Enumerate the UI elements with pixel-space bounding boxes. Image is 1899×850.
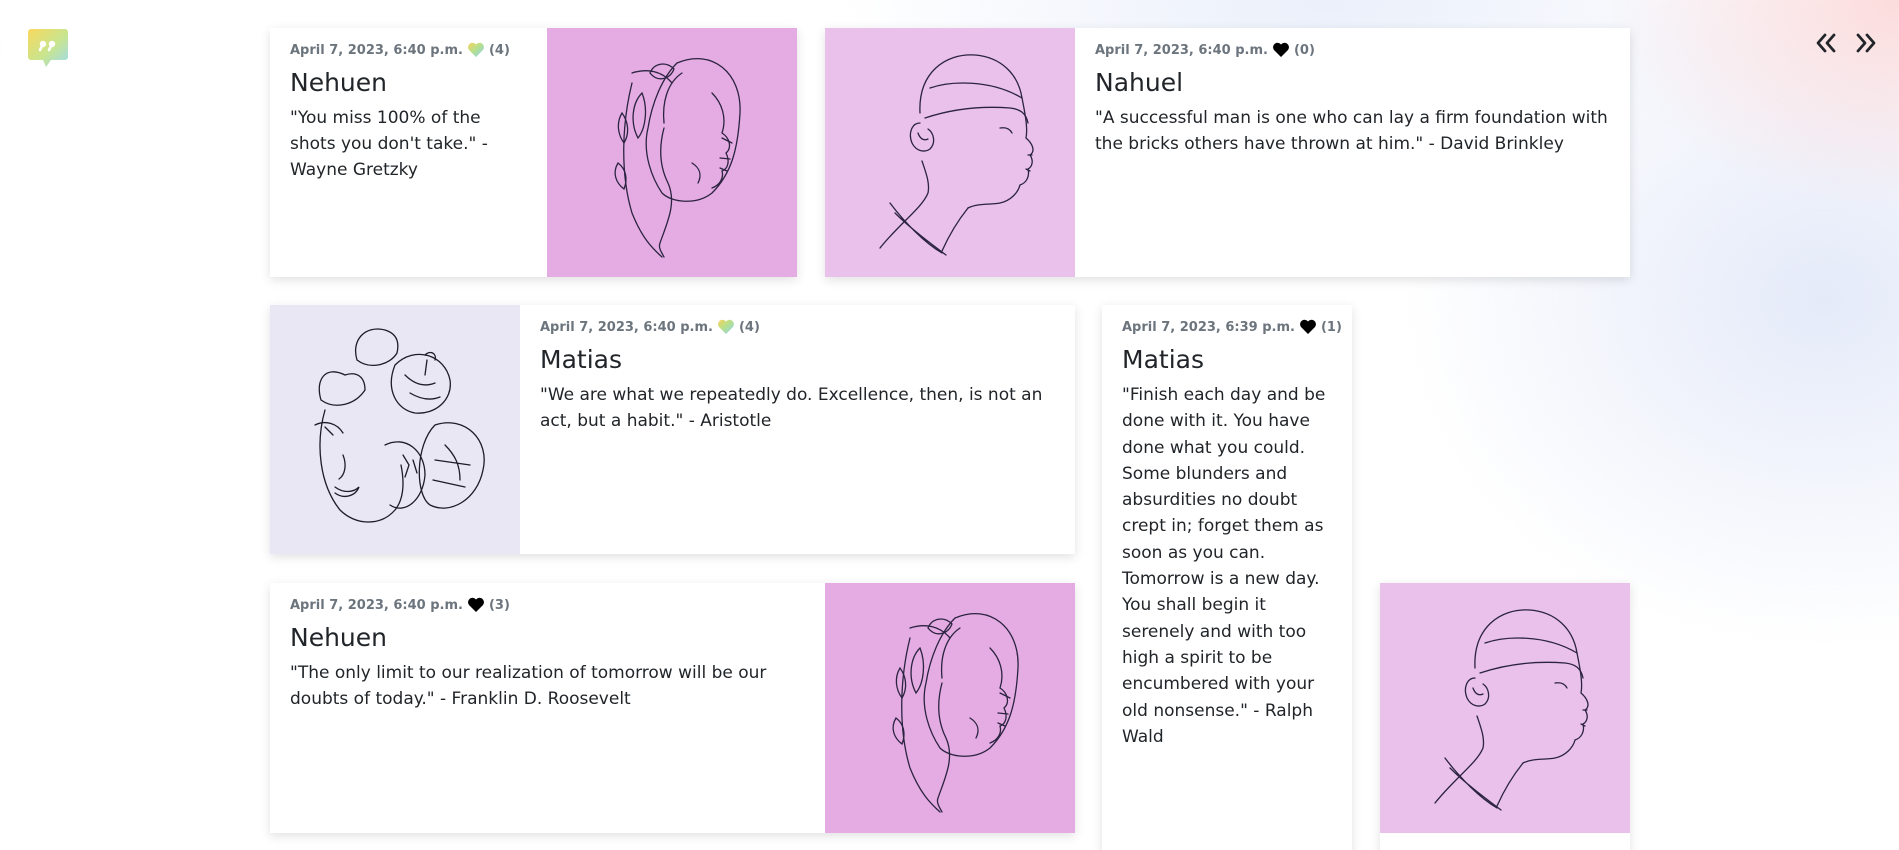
black-heart-icon[interactable] (1272, 42, 1290, 58)
quote-author: Matias (1122, 345, 1204, 374)
black-heart-icon[interactable] (1299, 319, 1317, 335)
quote-card: April 7, 2023, 6:40 p.m. (4) Nehuen "You… (270, 28, 797, 277)
quote-card: April 7, 2023, 6:39 p.m. (1) Matias "Fin… (1102, 305, 1352, 850)
quote-date: April 7, 2023, 6:40 p.m. (1095, 42, 1268, 58)
quote-card-body: April 7, 2023, 6:39 p.m. (1) Matias "Fin… (1102, 305, 1352, 850)
quote-date: April 7, 2023, 6:40 p.m. (290, 42, 463, 58)
quote-meta: April 7, 2023, 6:39 p.m. (1) (1122, 319, 1342, 335)
quote-bubble-icon[interactable] (27, 27, 69, 69)
double-chevron-right-icon[interactable] (1853, 30, 1879, 56)
like-count: (4) (488, 42, 510, 58)
quote-author: Nehuen (290, 68, 387, 97)
quote-meta: April 7, 2023, 6:40 p.m. (0) (1095, 42, 1610, 58)
rainbow-heart-icon[interactable] (467, 42, 485, 58)
quote-card: April 7, 2023, 6:40 p.m. (4) Matias "We … (270, 305, 1075, 554)
pagination-nav (1813, 30, 1879, 56)
quote-date: April 7, 2023, 6:40 p.m. (290, 597, 463, 613)
quote-card-body: April 7, 2023, 6:40 p.m. (3) Nehuen "The… (270, 583, 825, 833)
quote-card: April 7, 2023, 6:40 p.m. (0) Nahuel "A s… (825, 28, 1630, 277)
man-profile-line-art (1380, 583, 1630, 833)
like-count: (4) (738, 319, 760, 335)
woman-leaves-line-art (547, 28, 797, 277)
rainbow-heart-icon[interactable] (717, 319, 735, 335)
quote-text: "A successful man is one who can lay a f… (1095, 108, 1608, 154)
quote-text: "Finish each day and be done with it. Yo… (1122, 385, 1326, 747)
man-profile-line-art (825, 28, 1075, 277)
quote-meta: April 7, 2023, 6:40 p.m. (3) (290, 597, 805, 613)
quote-text: "You miss 100% of the shots you don't ta… (290, 108, 488, 180)
like-count: (0) (1293, 42, 1315, 58)
woman-leaves-line-art (825, 583, 1075, 833)
quote-card (1380, 583, 1630, 850)
like-count: (1) (1320, 319, 1342, 335)
quote-card-body: April 7, 2023, 6:40 p.m. (4) Nehuen "You… (270, 28, 547, 277)
quote-meta: April 7, 2023, 6:40 p.m. (4) (540, 319, 1055, 335)
quote-card-body: April 7, 2023, 6:40 p.m. (0) Nahuel "A s… (1075, 28, 1630, 277)
quote-date: April 7, 2023, 6:40 p.m. (540, 319, 713, 335)
double-chevron-left-icon[interactable] (1813, 30, 1839, 56)
quote-meta: April 7, 2023, 6:40 p.m. (4) (290, 42, 527, 58)
quote-author: Matias (540, 345, 622, 374)
quote-card: April 7, 2023, 6:40 p.m. (3) Nehuen "The… (270, 583, 1075, 833)
quote-author: Nehuen (290, 623, 387, 652)
quote-date: April 7, 2023, 6:39 p.m. (1122, 319, 1295, 335)
like-count: (3) (488, 597, 510, 613)
quote-card-body: April 7, 2023, 6:40 p.m. (4) Matias "We … (520, 305, 1075, 554)
black-heart-icon[interactable] (467, 597, 485, 613)
quote-text: "We are what we repeatedly do. Excellenc… (540, 385, 1043, 431)
quote-author: Nahuel (1095, 68, 1184, 97)
quote-text: "The only limit to our realization of to… (290, 663, 767, 709)
two-faces-leaves-line-art (270, 305, 520, 554)
